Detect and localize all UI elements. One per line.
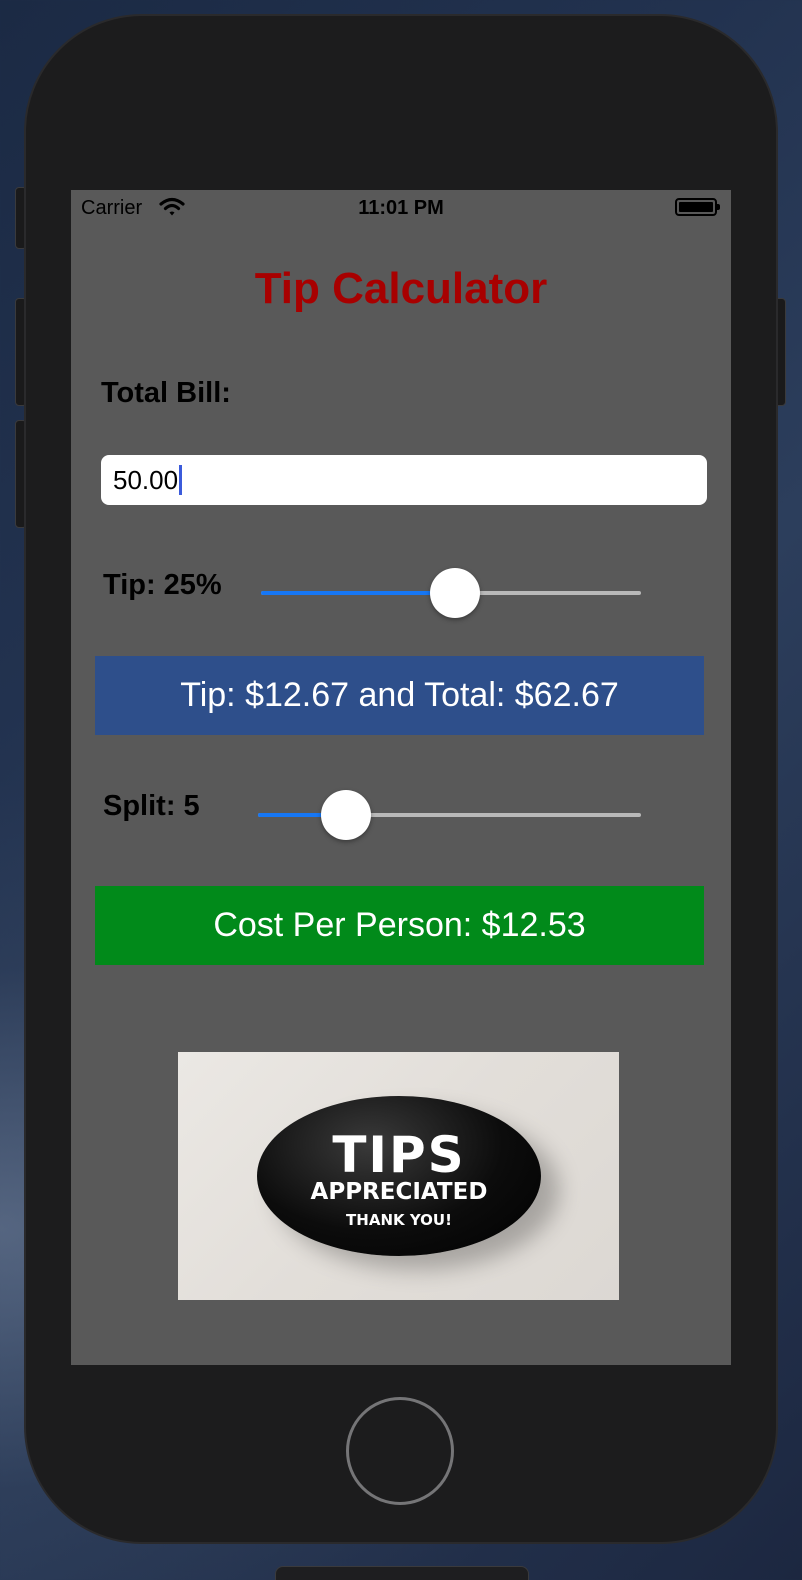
cost-per-person-result: Cost Per Person: $12.53 [95,886,704,965]
home-button[interactable] [346,1397,454,1505]
bottom-edge [275,1566,529,1580]
badge-line-tips: TIPS [332,1126,466,1184]
tip-slider-thumb[interactable] [430,568,480,618]
bill-input[interactable]: 50.00 [101,455,707,505]
badge-line-thank-you: THANK YOU! [346,1211,452,1229]
status-bar: Carrier 11:01 PM [71,190,731,226]
badge-line-appreciated: APPRECIATED [310,1179,488,1205]
bill-input-value: 50.00 [113,465,179,495]
split-slider[interactable] [258,790,641,840]
tip-percent-label: Tip: 25% [103,569,222,601]
battery-icon [675,198,720,216]
split-label: Split: 5 [103,790,200,822]
app-screen: Carrier 11:01 PM Tip Calculator Total Bi… [71,190,731,1365]
page-title: Tip Calculator [254,264,548,313]
total-bill-label: Total Bill: [101,377,231,409]
tip-slider-fill [261,591,455,595]
tip-total-result: Tip: $12.67 and Total: $62.67 [95,656,704,735]
text-caret [179,465,183,496]
status-time: 11:01 PM [358,197,444,219]
tips-appreciated-image: TIPS APPRECIATED THANK YOU! [178,1052,619,1300]
tips-badge: TIPS APPRECIATED THANK YOU! [257,1096,541,1256]
tip-slider[interactable] [261,568,641,618]
split-slider-thumb[interactable] [321,790,371,840]
